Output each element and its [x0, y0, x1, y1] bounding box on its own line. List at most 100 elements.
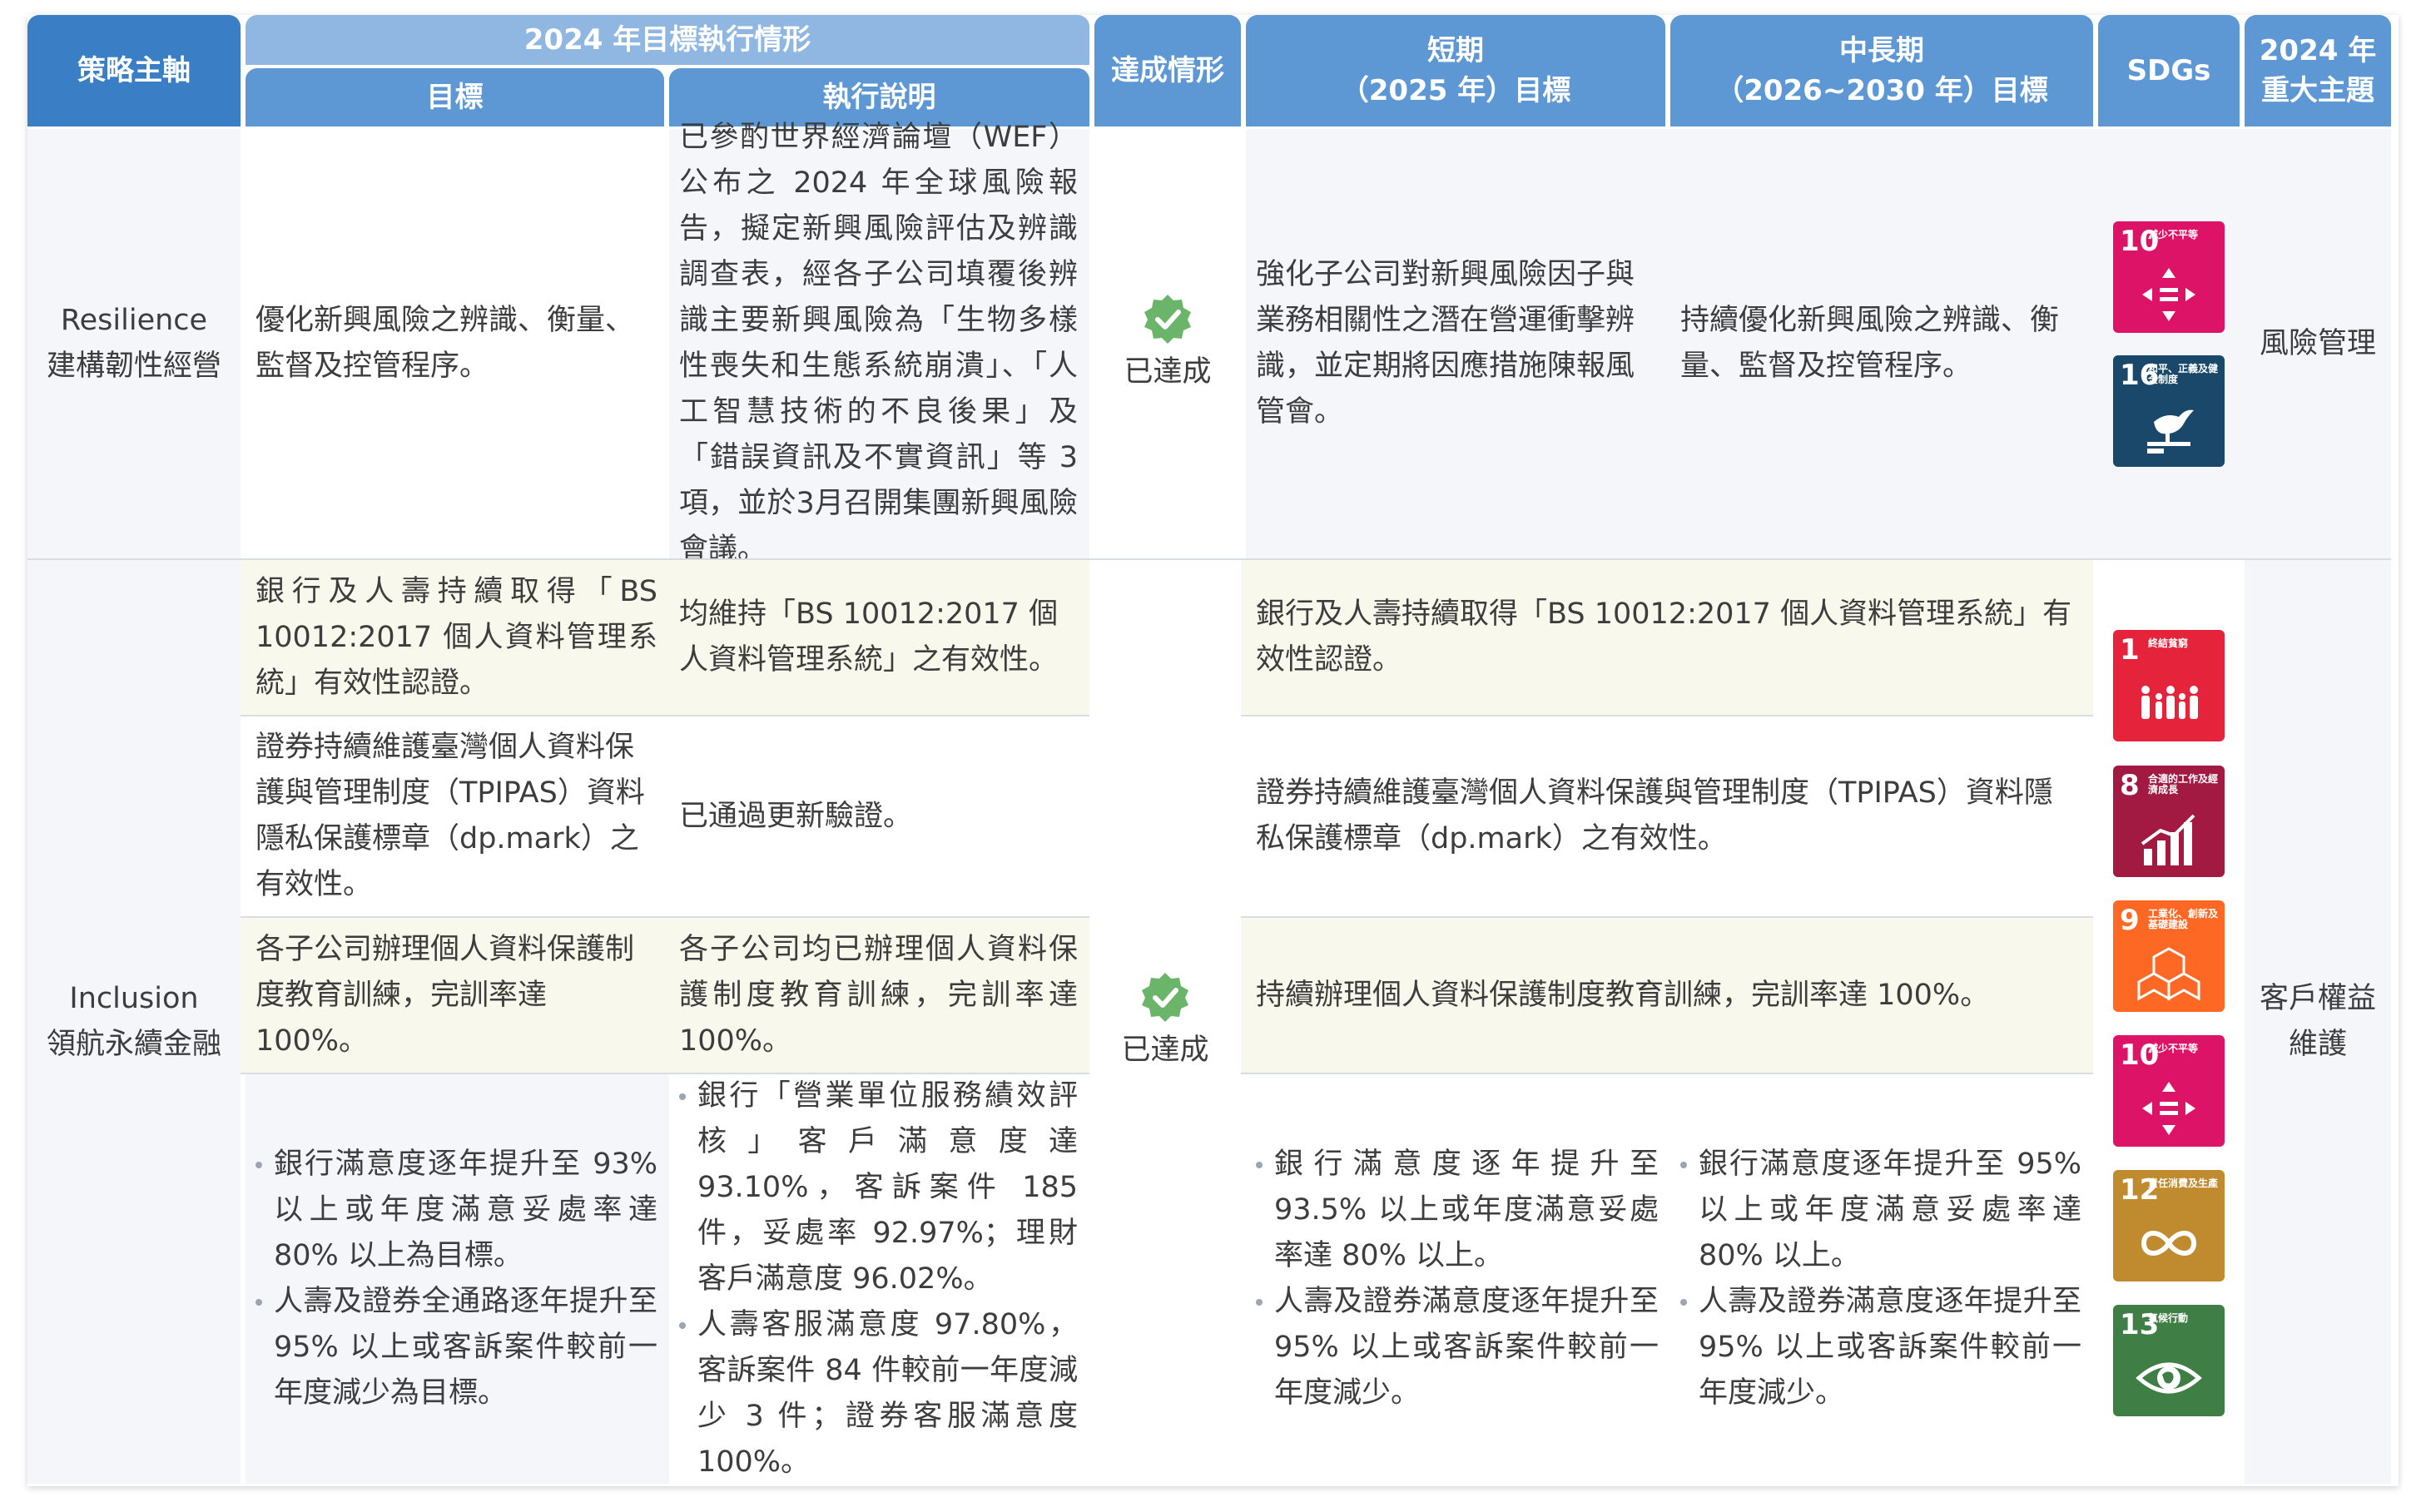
reduced-inequalities-icon [2142, 268, 2195, 321]
resilience-sdgs-cell [2098, 129, 2245, 558]
no-poverty-icon [2141, 686, 2198, 719]
inclusion-row2-target-cell: 證券持續維護臺灣個人資料保護與管理制度（TPIPAS）資料隱私保護標章（dp.m… [1241, 716, 2093, 916]
inclusion-row1-target-cell: 銀行及人壽持續取得「BS 10012:2017 個人資料管理系統」有效性認證。 [1241, 560, 2093, 715]
inclusion-row2-execution-text: 已通過更新驗證。 [679, 799, 913, 833]
decent-work-icon [2141, 814, 2195, 865]
resilience-short-term-cell: 強化子公司對新興風險因子與業務相關性之潛在營運衝擊辨識，並定期將因應措施陳報風管… [1246, 129, 1670, 558]
list-item: 銀行滿意度逐年提升至 93% 以上或年度滿意妥處率達 80% 以上為目標。 [255, 1142, 657, 1279]
check-badge-icon [1144, 294, 1191, 344]
inclusion-row4-goal-cell: 銀行滿意度逐年提升至 93% 以上或年度滿意妥處率達 80% 以上為目標。 人壽… [246, 1074, 669, 1484]
satisfaction-short-term-list: 銀行滿意度逐年提升至 93.5% 以上或年度滿意妥處率達 80% 以上。 人壽及… [1256, 1142, 1659, 1416]
header-goal-group-label: 2024 年目標執行情形 [523, 23, 811, 57]
sdg-label: 合適的工作及經濟成長 [2148, 773, 2219, 796]
inclusion-row1-execution-cell: 均維持「BS 10012:2017 個人資料管理系統」之有效性。 [669, 560, 1089, 715]
header-goal: 目標 [246, 68, 664, 126]
sdg-9-tile: 9 工業化、創新及基礎建設 [2113, 900, 2225, 1012]
inclusion-row4-long-term-cell: 銀行滿意度逐年提升至 95% 以上或年度滿意妥處率達 80% 以上。 人壽及證券… [1670, 1074, 2093, 1484]
resilience-goal-cell: 優化新興風險之辨識、衡量、監督及控管程序。 [246, 129, 669, 558]
resilience-long-term-cell: 持續優化新興風險之辨識、衡量、監督及控管程序。 [1670, 129, 2098, 558]
inclusion-row3-target-cell: 持續辦理個人資料保護制度教育訓練，完訓率達 100%。 [1241, 918, 2093, 1073]
list-item: 銀行「營業單位服務績效評核」客戶滿意度達 93.10%，客訴案件 185 件，妥… [679, 1073, 1078, 1302]
resilience-execution-text: 已參酌世界經濟論壇（WEF）公布之 2024 年全球風險報告，擬定新興風險評估及… [679, 121, 1078, 566]
inclusion-row1-execution-text: 均維持「BS 10012:2017 個人資料管理系統」之有效性。 [679, 597, 1059, 677]
sdg-number: 8 [2120, 769, 2140, 802]
resilience-status-text: 已達成 [1124, 354, 1212, 389]
responsible-consumption-icon [2141, 1231, 2197, 1256]
list-item: 銀行滿意度逐年提升至 95% 以上或年度滿意妥處率達 80% 以上。 [1680, 1142, 2081, 1279]
sdg-12-tile: 12 責任消費及生產 [2113, 1170, 2225, 1281]
header-short-term-line2: （2025 年）目標 [1340, 74, 1571, 107]
inclusion-row2-target-text: 證券持續維護臺灣個人資料保護與管理制度（TPIPAS）資料隱私保護標章（dp.m… [1256, 776, 2053, 855]
header-topic-line1: 2024 年 [2259, 34, 2377, 67]
inclusion-row3-execution-text: 各子公司均已辦理個人資料保護制度教育訓練，完訓率達 100%。 [679, 932, 1078, 1058]
inclusion-row1-goal-text: 銀行及人壽持續取得「BS 10012:2017 個人資料管理系統」有效性認證。 [255, 574, 657, 700]
resilience-status-cell: 已達成 [1089, 129, 1246, 558]
inclusion-row4-execution-cell: 銀行「營業單位服務績效評核」客戶滿意度達 93.10%，客訴案件 185 件，妥… [669, 1074, 1089, 1484]
list-item: 人壽及證券全通路逐年提升至 95% 以上或客訴案件較前一年度減少為目標。 [255, 1279, 657, 1416]
sdg-8-tile: 8 合適的工作及經濟成長 [2113, 766, 2225, 877]
sdg-1-tile: 1 終結貧窮 [2113, 630, 2225, 741]
satisfaction-long-term-list: 銀行滿意度逐年提升至 95% 以上或年度滿意妥處率達 80% 以上。 人壽及證券… [1680, 1142, 2081, 1416]
resilience-long-term-text: 持續優化新興風險之辨識、衡量、監督及控管程序。 [1680, 304, 2060, 383]
header-achievement: 達成情形 [1094, 15, 1241, 126]
satisfaction-goal-list: 銀行滿意度逐年提升至 93% 以上或年度滿意妥處率達 80% 以上為目標。 人壽… [255, 1142, 657, 1416]
resilience-strategy-en: Resilience [60, 304, 208, 337]
climate-action-icon [2136, 1362, 2202, 1394]
sdg-number: 1 [2120, 633, 2140, 667]
header-goal-group: 2024 年目標執行情形 [246, 15, 1089, 65]
inclusion-row2-execution-cell: 已通過更新驗證。 [669, 716, 1089, 916]
header-strategy-label: 策略主軸 [77, 54, 191, 87]
resilience-short-term-text: 強化子公司對新興風險因子與業務相關性之潛在營運衝擊辨識，並定期將因應措施陳報風管… [1256, 258, 1635, 429]
resilience-execution-cell: 已參酌世界經濟論壇（WEF）公布之 2024 年全球風險報告，擬定新興風險評估及… [669, 121, 1089, 566]
inclusion-row3-execution-cell: 各子公司均已辦理個人資料保護制度教育訓練，完訓率達 100%。 [669, 918, 1089, 1073]
satisfaction-execution-list: 銀行「營業單位服務績效評核」客戶滿意度達 93.10%，客訴案件 185 件，妥… [679, 1073, 1078, 1485]
check-badge-icon [1141, 972, 1188, 1022]
sdg-number: 9 [2120, 904, 2140, 937]
sdg-label: 減少不平等 [2148, 229, 2199, 240]
sdg-label: 責任消費及生產 [2148, 1177, 2219, 1189]
header-long-term: 中長期 （2026~2030 年）目標 [1670, 15, 2093, 126]
header-short-term: 短期 （2025 年）目標 [1246, 15, 1665, 126]
peace-justice-icon [2147, 409, 2194, 454]
resilience-topic-text: 風險管理 [2259, 326, 2376, 360]
inclusion-row2-goal-cell: 證券持續維護臺灣個人資料保護與管理制度（TPIPAS）資料隱私保護標章（dp.m… [246, 716, 669, 916]
inclusion-strategy-zh: 領航永續金融 [46, 1028, 221, 1061]
header-long-term-line2: （2026~2030 年）目標 [1715, 74, 2048, 107]
inclusion-strategy-en: Inclusion [69, 982, 199, 1015]
resilience-topic-cell: 風險管理 [2245, 129, 2391, 558]
inclusion-row2-goal-text: 證券持續維護臺灣個人資料保護與管理制度（TPIPAS）資料隱私保護標章（dp.m… [255, 731, 645, 901]
resilience-goal-text: 優化新興風險之辨識、衡量、監督及控管程序。 [255, 304, 635, 383]
sdg-label: 和平、正義及健全制度 [2148, 363, 2219, 385]
sdg-label: 氣候行動 [2148, 1312, 2189, 1324]
header-sdgs: SDGs [2098, 15, 2240, 126]
inclusion-topic-line2: 維護 [2288, 1028, 2347, 1061]
sdg-10-tile: 10 減少不平等 [2113, 1035, 2225, 1147]
inclusion-row4-short-term-cell: 銀行滿意度逐年提升至 93.5% 以上或年度滿意妥處率達 80% 以上。 人壽及… [1246, 1074, 1670, 1484]
header-strategy: 策略主軸 [27, 15, 241, 126]
header-short-term-line1: 短期 [1427, 34, 1484, 67]
sdg-label: 終結貧窮 [2148, 637, 2189, 649]
list-item: 銀行滿意度逐年提升至 93.5% 以上或年度滿意妥處率達 80% 以上。 [1256, 1142, 1659, 1279]
sdg-16-tile: 16 和平、正義及健全制度 [2113, 355, 2225, 467]
header-topic-line2: 重大主題 [2261, 74, 2374, 107]
industry-innovation-icon [2137, 947, 2200, 1001]
resilience-strategy-zh: 建構韌性經營 [46, 349, 221, 383]
resilience-strategy-cell: Resilience 建構韌性經營 [27, 129, 241, 558]
inclusion-topic-line1: 客戶權益 [2259, 982, 2376, 1015]
header-achievement-label: 達成情形 [1111, 54, 1224, 87]
inclusion-status-text: 已達成 [1121, 1033, 1209, 1067]
list-item: 人壽客服滿意度 97.80%，客訴案件 84 件較前一年度減少 3 件；證券客服… [679, 1302, 1078, 1485]
sdg-label: 減少不平等 [2148, 1043, 2199, 1054]
header-sdgs-label: SDGs [2126, 54, 2211, 87]
inclusion-topic-cell: 客戶權益 維護 [2245, 560, 2391, 1484]
sdg-13-tile: 13 氣候行動 [2113, 1305, 2225, 1416]
inclusion-row1-goal-cell: 銀行及人壽持續取得「BS 10012:2017 個人資料管理系統」有效性認證。 [246, 560, 669, 715]
inclusion-status-cell: 已達成 [1089, 560, 1241, 1484]
header-topic: 2024 年 重大主題 [2245, 15, 2391, 126]
inclusion-row3-goal-text: 各子公司辦理個人資料保護制度教育訓練，完訓率達 100%。 [255, 932, 635, 1058]
inclusion-row3-goal-cell: 各子公司辦理個人資料保護制度教育訓練，完訓率達 100%。 [246, 918, 669, 1073]
inclusion-strategy-cell: Inclusion 領航永續金融 [27, 560, 241, 1484]
header-execution-label: 執行說明 [822, 81, 936, 114]
inclusion-row3-target-text: 持續辦理個人資料保護制度教育訓練，完訓率達 100%。 [1256, 978, 1990, 1012]
sdg-10-tile: 10 減少不平等 [2113, 221, 2225, 333]
